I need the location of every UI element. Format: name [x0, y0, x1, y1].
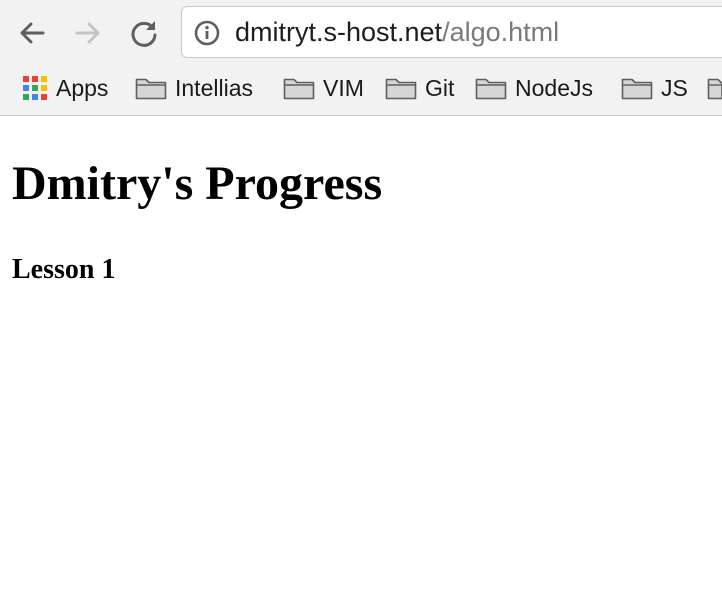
bookmark-nodejs[interactable]: NodeJs: [475, 68, 593, 108]
browser-chrome: dmitryt.s-host.net/algo.html Apps Intell…: [0, 0, 722, 116]
back-button[interactable]: [13, 14, 51, 52]
bookmark-label: Apps: [56, 74, 109, 101]
reload-button[interactable]: [125, 14, 163, 52]
url-path: /algo.html: [442, 17, 560, 47]
arrow-right-icon: [75, 22, 100, 44]
reload-icon: [131, 21, 157, 47]
folder-icon: [283, 78, 315, 100]
apps-grid-icon: [23, 76, 47, 100]
folder-icon: [707, 78, 722, 100]
folder-icon: [475, 78, 507, 100]
page-content: Dmitry's Progress Lesson 1: [0, 116, 722, 612]
address-bar[interactable]: dmitryt.s-host.net/algo.html: [181, 6, 722, 58]
browser-toolbar: dmitryt.s-host.net/algo.html: [0, 0, 722, 66]
bookmark-overflow[interactable]: [707, 68, 722, 108]
bookmarks-bar: Apps Intellias VIM Git NodeJs JS: [0, 68, 722, 108]
info-icon[interactable]: [194, 20, 220, 46]
bookmark-apps[interactable]: Apps: [22, 68, 108, 108]
bookmark-intellias[interactable]: Intellias: [135, 68, 253, 108]
folder-icon: [135, 78, 167, 100]
folder-icon: [385, 78, 417, 100]
bookmark-label: NodeJs: [515, 74, 593, 101]
bookmark-label: JS: [661, 74, 688, 101]
bookmark-label: Git: [425, 74, 455, 101]
arrow-left-icon: [20, 22, 45, 44]
bookmark-label: Intellias: [175, 74, 253, 101]
bookmark-js[interactable]: JS: [621, 68, 688, 108]
page-title: Dmitry's Progress: [12, 157, 383, 210]
bookmark-vim[interactable]: VIM: [283, 68, 364, 108]
url-text[interactable]: dmitryt.s-host.net/algo.html: [235, 7, 559, 57]
bookmark-label: VIM: [323, 74, 364, 101]
lesson-heading: Lesson 1: [12, 254, 116, 285]
folder-icon: [621, 78, 653, 100]
url-host: dmitryt.s-host.net: [235, 17, 443, 47]
forward-button[interactable]: [69, 14, 107, 52]
bookmark-git[interactable]: Git: [385, 68, 454, 108]
